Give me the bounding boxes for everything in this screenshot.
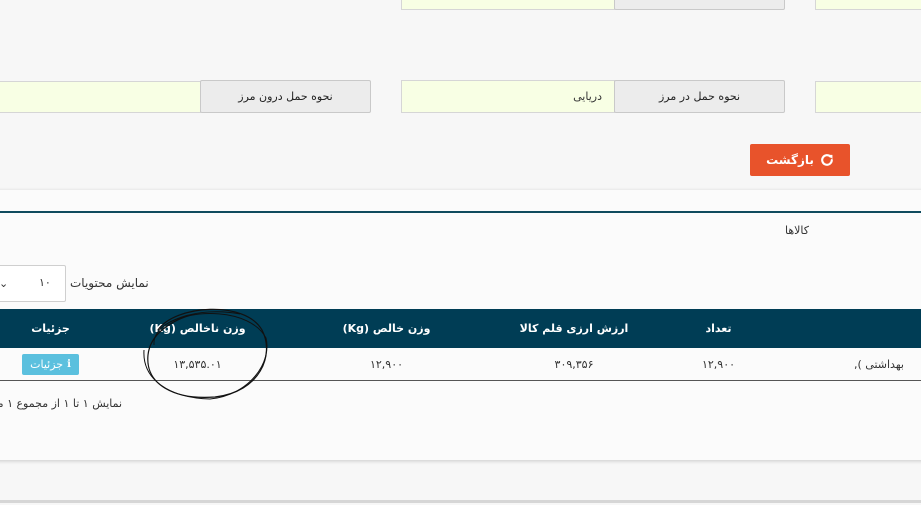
panel-title: کالاها bbox=[785, 224, 810, 237]
details-button-label: جزئیات bbox=[30, 357, 64, 371]
page-size-select[interactable]: ⌄ ۱۰ bbox=[0, 265, 66, 302]
refresh-icon bbox=[821, 154, 833, 166]
details-button[interactable]: i جزئیات bbox=[22, 353, 79, 375]
pagination-info: نمایش ۱ تا ۱ از مجموع ۱ مو bbox=[0, 397, 123, 410]
col-header-description[interactable] bbox=[768, 309, 921, 348]
page-size-value: ۱۰ bbox=[39, 276, 51, 289]
cell-description: بهداشتی ), bbox=[768, 348, 921, 381]
panel-top-border bbox=[0, 211, 921, 213]
cell-net-weight: ۱۲,۹۰۰ bbox=[294, 348, 480, 381]
chevron-down-icon: ⌄ bbox=[0, 277, 9, 290]
carry-at-border-value: دریایی bbox=[573, 90, 602, 103]
carry-inside-border-label: نحوه حمل درون مرز bbox=[200, 80, 371, 113]
cell-details: i جزئیات bbox=[0, 348, 102, 381]
back-button-label: بازگشت bbox=[766, 153, 814, 167]
carry-at-border-field[interactable]: دریایی bbox=[401, 80, 615, 113]
top-field-label bbox=[614, 0, 785, 10]
cell-description-text: بهداشتی ), bbox=[854, 358, 904, 371]
info-icon: i bbox=[67, 358, 71, 370]
scribble-annotation bbox=[143, 308, 268, 400]
cell-count: ۱۲,۹۰۰ bbox=[669, 348, 769, 381]
carry-at-border-label: نحوه حمل در مرز bbox=[614, 80, 785, 113]
top-field-input[interactable] bbox=[401, 0, 615, 10]
carry-inside-border-field[interactable] bbox=[0, 81, 201, 113]
back-button[interactable]: بازگشت bbox=[750, 144, 850, 176]
cell-item-value: ۳۰۹,۳۵۶ bbox=[479, 348, 670, 381]
col-header-details[interactable]: جزئیات bbox=[0, 309, 102, 348]
right-field-input[interactable] bbox=[815, 81, 921, 113]
col-header-item-value[interactable]: ارزش ارزی قلم کالا bbox=[479, 309, 670, 348]
top-right-field-input[interactable] bbox=[815, 0, 921, 10]
col-header-net-weight[interactable]: وزن خالص (Kg) bbox=[294, 309, 480, 348]
col-header-count[interactable]: تعداد bbox=[669, 309, 769, 348]
bottom-divider bbox=[0, 500, 921, 503]
page-size-label: نمایش محتویات bbox=[70, 276, 149, 290]
